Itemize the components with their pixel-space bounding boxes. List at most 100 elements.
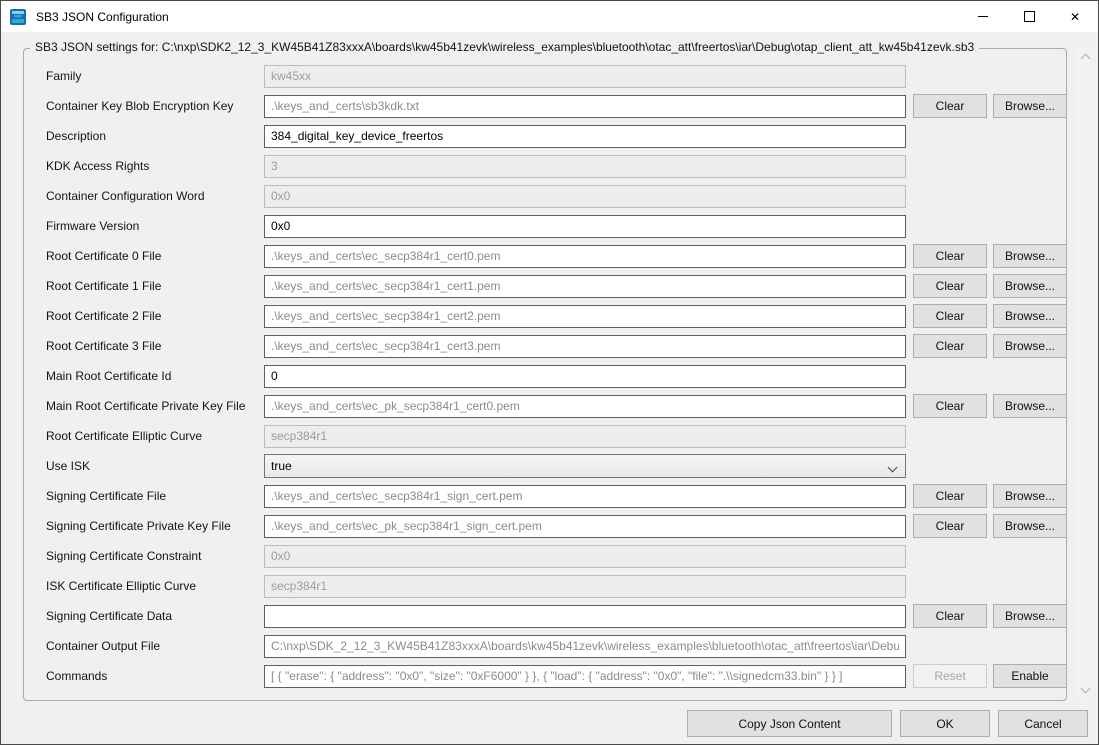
form-rows: Family Container Key Blob Encryption Key… — [24, 49, 1066, 691]
field-input[interactable] — [264, 95, 906, 118]
clear-button[interactable]: Clear — [913, 94, 987, 118]
browse-button[interactable]: Browse... — [993, 484, 1067, 508]
browse-button[interactable]: Browse... — [993, 274, 1067, 298]
field-buttons: ClearBrowse... — [913, 484, 1067, 508]
field-input — [264, 425, 906, 448]
field-label: Signing Certificate Data — [46, 609, 264, 623]
field-buttons: ClearBrowse... — [913, 94, 1067, 118]
close-button[interactable]: ✕ — [1052, 1, 1098, 32]
sb3-json-configuration-window: SB3 JSON Configuration ✕ SB3 JSON settin… — [0, 0, 1099, 745]
field-row: Root Certificate Elliptic Curve — [24, 421, 1066, 451]
field-row: Root Certificate 2 File ClearBrowse... — [24, 301, 1066, 331]
browse-button[interactable]: Browse... — [993, 244, 1067, 268]
clear-button[interactable]: Clear — [913, 484, 987, 508]
close-icon: ✕ — [1070, 11, 1080, 23]
field-input[interactable] — [264, 605, 906, 628]
field-label: Container Configuration Word — [46, 189, 264, 203]
minimize-button[interactable] — [960, 1, 1006, 32]
field-label: Root Certificate 3 File — [46, 339, 264, 353]
copy-json-content-button[interactable]: Copy Json Content — [687, 710, 892, 737]
field-row: Use ISK true — [24, 451, 1066, 481]
field-row: Signing Certificate Constraint — [24, 541, 1066, 571]
field-row: Main Root Certificate Private Key File C… — [24, 391, 1066, 421]
field-row: Container Output File — [24, 631, 1066, 661]
field-label: Family — [46, 69, 264, 83]
field-row: Firmware Version — [24, 211, 1066, 241]
settings-group: SB3 JSON settings for: C:\nxp\SDK2_12_3_… — [23, 48, 1067, 701]
field-buttons: ClearBrowse... — [913, 394, 1067, 418]
field-input[interactable] — [264, 335, 906, 358]
field-row: Container Key Blob Encryption Key ClearB… — [24, 91, 1066, 121]
field-row: Signing Certificate Private Key File Cle… — [24, 511, 1066, 541]
field-row: Description — [24, 121, 1066, 151]
field-label: Signing Certificate File — [46, 489, 264, 503]
field-input — [264, 155, 906, 178]
field-input[interactable] — [264, 635, 906, 658]
field-row: ISK Certificate Elliptic Curve — [24, 571, 1066, 601]
clear-button[interactable]: Clear — [913, 394, 987, 418]
field-label: Root Certificate 1 File — [46, 279, 264, 293]
browse-button[interactable]: Browse... — [993, 304, 1067, 328]
browse-button[interactable]: Browse... — [993, 94, 1067, 118]
chevron-down-icon — [888, 463, 898, 473]
group-legend: SB3 JSON settings for: C:\nxp\SDK2_12_3_… — [30, 40, 979, 54]
field-row: Root Certificate 0 File ClearBrowse... — [24, 241, 1066, 271]
field-select[interactable]: true — [264, 454, 906, 478]
field-row: KDK Access Rights — [24, 151, 1066, 181]
field-buttons: ResetEnable — [913, 664, 1067, 688]
field-input[interactable] — [264, 365, 906, 388]
field-buttons: ClearBrowse... — [913, 334, 1067, 358]
field-row: Root Certificate 3 File ClearBrowse... — [24, 331, 1066, 361]
field-input[interactable] — [264, 395, 906, 418]
field-input[interactable] — [264, 515, 906, 538]
field-label: KDK Access Rights — [46, 159, 264, 173]
app-icon — [9, 8, 27, 26]
field-input[interactable] — [264, 125, 906, 148]
field-input[interactable] — [264, 215, 906, 238]
field-buttons: ClearBrowse... — [913, 274, 1067, 298]
browse-button[interactable]: Browse... — [993, 604, 1067, 628]
reset-button: Reset — [913, 664, 987, 688]
field-label: Container Key Blob Encryption Key — [46, 99, 264, 113]
field-buttons: ClearBrowse... — [913, 514, 1067, 538]
clear-button[interactable]: Clear — [913, 274, 987, 298]
clear-button[interactable]: Clear — [913, 334, 987, 358]
browse-button[interactable]: Browse... — [993, 514, 1067, 538]
field-label: ISK Certificate Elliptic Curve — [46, 579, 264, 593]
scrollbar[interactable] — [1077, 48, 1094, 699]
field-row: Root Certificate 1 File ClearBrowse... — [24, 271, 1066, 301]
dialog-content: SB3 JSON settings for: C:\nxp\SDK2_12_3_… — [1, 32, 1098, 744]
minimize-icon — [978, 16, 988, 17]
field-input[interactable] — [264, 305, 906, 328]
field-label: Container Output File — [46, 639, 264, 653]
ok-button[interactable]: OK — [900, 710, 990, 737]
scroll-up-button[interactable] — [1077, 50, 1094, 67]
clear-button[interactable]: Clear — [913, 604, 987, 628]
browse-button[interactable]: Browse... — [993, 334, 1067, 358]
field-row: Main Root Certificate Id — [24, 361, 1066, 391]
field-input[interactable] — [264, 665, 906, 688]
chevron-down-icon — [1081, 684, 1091, 694]
select-value: true — [271, 459, 292, 473]
field-label: Root Certificate 2 File — [46, 309, 264, 323]
footer-buttons: Copy Json Content OK Cancel — [687, 710, 1088, 737]
field-row: Container Configuration Word — [24, 181, 1066, 211]
field-input[interactable] — [264, 275, 906, 298]
clear-button[interactable]: Clear — [913, 244, 987, 268]
field-label: Firmware Version — [46, 219, 264, 233]
field-input[interactable] — [264, 485, 906, 508]
cancel-button[interactable]: Cancel — [998, 710, 1088, 737]
clear-button[interactable]: Clear — [913, 304, 987, 328]
clear-button[interactable]: Clear — [913, 514, 987, 538]
field-input[interactable] — [264, 245, 906, 268]
browse-button[interactable]: Browse... — [993, 394, 1067, 418]
field-label: Signing Certificate Private Key File — [46, 519, 264, 533]
window-title: SB3 JSON Configuration — [36, 10, 169, 24]
field-row: Commands ResetEnable — [24, 661, 1066, 691]
enable-button[interactable]: Enable — [993, 664, 1067, 688]
chevron-up-icon — [1081, 54, 1091, 64]
maximize-button[interactable] — [1006, 1, 1052, 32]
field-label: Main Root Certificate Private Key File — [46, 399, 264, 413]
field-buttons: ClearBrowse... — [913, 244, 1067, 268]
scroll-down-button[interactable] — [1077, 680, 1094, 697]
